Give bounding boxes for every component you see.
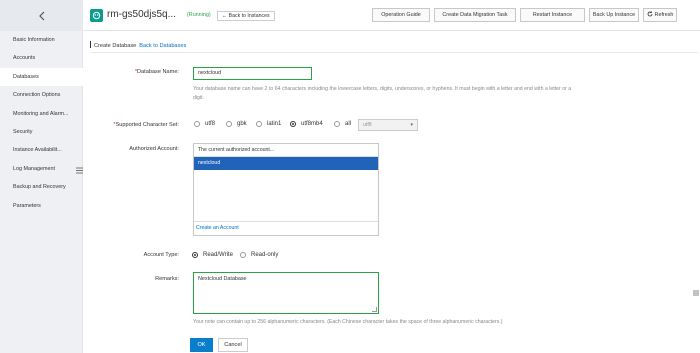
db-name-label: *Database Name: <box>120 69 179 75</box>
charset-option-label: utf8mb4 <box>301 121 323 127</box>
charset-option-label: all <box>345 121 352 127</box>
sidebar-item-log-management[interactable]: Log Management <box>0 160 83 178</box>
refresh-button[interactable]: Refresh <box>643 8 677 22</box>
authorized-account-label: Authorized Account: <box>129 146 179 152</box>
radio-selected-icon <box>192 252 198 258</box>
sidebar-item-databases[interactable]: Databases <box>0 67 83 87</box>
right-panel-handle[interactable] <box>692 288 700 298</box>
db-name-label-text: Database Name: <box>137 69 179 75</box>
account-type-label: Account Type: <box>143 252 179 258</box>
back-to-instances-button[interactable]: ← Back to Instances <box>217 11 275 21</box>
charset-label: *Supported Character Set: <box>96 122 179 128</box>
instance-name: rm-gs50djs5q... <box>107 9 176 20</box>
resize-grip-icon[interactable] <box>372 307 377 312</box>
sidebar-item-basic-information[interactable]: Basic Information <box>0 31 83 49</box>
remarks-value: Nextcloud Database <box>198 276 247 282</box>
radio-selected-icon <box>290 121 296 127</box>
radio-icon <box>194 121 200 127</box>
account-type-option-label: Read-only <box>251 252 279 258</box>
breadcrumb-divider-line <box>90 52 698 53</box>
sidebar-nav: Basic Information Accounts Databases Con… <box>0 31 83 215</box>
cancel-button[interactable]: Cancel <box>218 338 248 352</box>
charset-option-gbk[interactable]: gbk <box>226 121 247 127</box>
back-arrow-icon: ← <box>222 13 229 19</box>
account-type-option-label: Read/Write <box>203 252 233 258</box>
back-to-instances-label: Back to Instances <box>228 13 270 19</box>
chevron-down-icon: ▾ <box>410 122 413 128</box>
breadcrumb: Create Database Back to Databases <box>90 41 186 49</box>
instance-icon <box>90 9 103 22</box>
charset-option-all[interactable]: all <box>334 121 351 127</box>
menu-icon <box>693 290 699 296</box>
charset-option-latin1[interactable]: latin1 <box>256 121 281 127</box>
backup-instance-button[interactable]: Back Up Instance <box>589 8 639 22</box>
sidebar-item-accounts[interactable]: Accounts <box>0 49 83 67</box>
charset-option-label: latin1 <box>267 121 282 127</box>
sidebar-item-parameters[interactable]: Parameters <box>0 197 83 215</box>
instance-header: rm-gs50djs5q... (Running) ← Back to Inst… <box>83 0 700 31</box>
remarks-label: Remarks: <box>155 276 179 282</box>
charset-select-value: utf8 <box>363 122 372 128</box>
sidebar: Basic Information Accounts Databases Con… <box>0 0 83 353</box>
sidebar-item-monitoring[interactable]: Monitoring and Alarm... <box>0 105 83 123</box>
ok-button[interactable]: OK <box>190 338 213 352</box>
chevron-left-icon <box>38 11 44 20</box>
account-type-read-only[interactable]: Read-only <box>240 252 278 258</box>
radio-icon <box>334 121 340 127</box>
sidebar-item-backup-recovery[interactable]: Backup and Recovery <box>0 178 83 196</box>
restart-instance-button[interactable]: Restart Instance <box>520 8 585 22</box>
refresh-icon <box>647 11 652 17</box>
menu-icon <box>75 167 83 173</box>
database-instance-icon <box>92 11 101 20</box>
authorized-account-list: The current authorized account... nextcl… <box>193 143 379 236</box>
sidebar-item-security[interactable]: Security <box>0 123 83 141</box>
remarks-textarea[interactable]: Nextcloud Database <box>193 272 379 314</box>
create-migration-task-button[interactable]: Create Data Migration Task <box>434 8 516 22</box>
create-account-link[interactable]: Create an Account <box>194 221 378 235</box>
operation-guide-button[interactable]: Operation Guide <box>372 8 430 22</box>
refresh-label: Refresh <box>654 12 674 18</box>
db-name-input[interactable]: nextcloud <box>193 67 312 80</box>
page-title: Create Database <box>94 43 137 49</box>
breadcrumb-divider <box>90 41 91 48</box>
sidebar-collapse-handle[interactable] <box>75 164 83 176</box>
charset-select[interactable]: utf8 ▾ <box>358 119 418 131</box>
account-list-header: The current authorized account... <box>194 144 378 157</box>
account-type-read-write[interactable]: Read/Write <box>192 252 233 258</box>
remarks-help: Your note can contain up to 256 alphanum… <box>193 319 503 325</box>
radio-icon <box>226 121 232 127</box>
sidebar-item-instance-availability[interactable]: Instance Availabilit... <box>0 141 83 159</box>
radio-icon <box>256 121 262 127</box>
instance-status: (Running) <box>187 12 211 18</box>
back-button[interactable] <box>0 0 83 31</box>
charset-option-utf8mb4[interactable]: utf8mb4 <box>290 121 323 127</box>
back-to-databases-link[interactable]: Back to Databases <box>139 43 186 49</box>
db-name-help: Your database name can have 2 to 64 char… <box>193 86 572 102</box>
radio-icon <box>240 252 246 258</box>
charset-option-utf8[interactable]: utf8 <box>194 121 215 127</box>
charset-option-label: gbk <box>237 121 247 127</box>
sidebar-item-connection-options[interactable]: Connection Options <box>0 86 83 104</box>
charset-label-text: Supported Character Set: <box>115 122 179 128</box>
charset-option-label: utf8 <box>205 121 216 127</box>
account-list-item[interactable]: nextcloud <box>194 157 378 170</box>
